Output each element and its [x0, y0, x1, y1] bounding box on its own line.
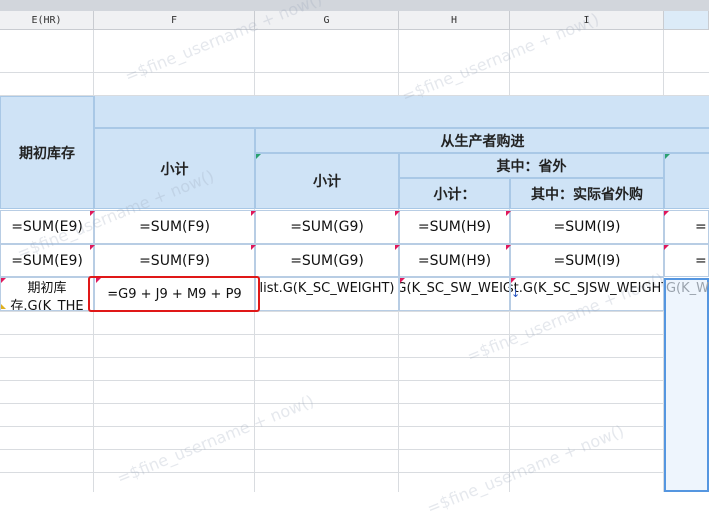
- cell-g11[interactable]: list.G(K_SC_WEIGHT): [255, 277, 399, 311]
- cell-flag-icon: [90, 245, 95, 250]
- cell-flag-icon: [251, 245, 256, 250]
- cell-flag-icon: [251, 211, 256, 216]
- toolbar-strip: [0, 0, 709, 11]
- cell-flag-icon: [1, 278, 6, 283]
- header-band-top: [94, 96, 709, 128]
- header-subtotal-h[interactable]: 小计：: [399, 178, 510, 209]
- grid-line: [0, 380, 709, 381]
- grid-line: [0, 472, 709, 473]
- cell-flag-icon: [664, 245, 669, 250]
- cell-flag-icon: [256, 154, 261, 159]
- cell-flag-icon: [1, 304, 6, 309]
- cell-f10[interactable]: =SUM(F9): [94, 244, 255, 277]
- cell-i9[interactable]: =SUM(I9): [510, 210, 664, 244]
- highlight-box: [88, 276, 260, 312]
- grid-line: [0, 357, 709, 358]
- grid-line: [0, 403, 709, 404]
- cell-flag-icon: [506, 245, 511, 250]
- header-actual-out-of-province[interactable]: 其中：实际省外购: [510, 178, 664, 209]
- cell-i10[interactable]: =SUM(I9): [510, 244, 664, 277]
- cell-j9[interactable]: =: [664, 210, 709, 244]
- header-out-of-province[interactable]: 其中：省外: [399, 153, 664, 178]
- header-purchase-from-producers[interactable]: 从生产者购进: [255, 128, 709, 153]
- cell-g9[interactable]: =SUM(G9): [255, 210, 399, 244]
- cell-h9[interactable]: =SUM(H9): [399, 210, 510, 244]
- cell-j10[interactable]: =: [664, 244, 709, 277]
- cell-flag-icon: [395, 245, 400, 250]
- header-subtotal-g[interactable]: 小计: [255, 153, 399, 209]
- cell-flag-icon: [395, 211, 400, 216]
- column-header-e[interactable]: E(HR): [0, 11, 94, 30]
- cell-e11[interactable]: 期初库存.G(K_THE: [0, 277, 94, 311]
- cell-h10[interactable]: =SUM(H9): [399, 244, 510, 277]
- cell-h11[interactable]: list.G(K_SC_SW_WEIGHT): [399, 277, 510, 311]
- cell-flag-icon: [511, 278, 516, 283]
- grid-line: [0, 334, 709, 335]
- cell-flag-icon: [665, 154, 670, 159]
- watermark: =$fine_username + now(): [114, 391, 317, 488]
- column-header-h[interactable]: H: [399, 11, 510, 30]
- column-header-j[interactable]: [664, 11, 709, 30]
- cell-flag-icon: [506, 211, 511, 216]
- down-arrow-icon: ↓: [511, 287, 521, 300]
- grid-line: [0, 449, 709, 450]
- cell-flag-icon: [664, 211, 669, 216]
- cell-g10[interactable]: =SUM(G9): [255, 244, 399, 277]
- watermark: =$fine_username + now(): [424, 421, 627, 518]
- header-opening-stock[interactable]: 期初库存: [0, 96, 94, 209]
- grid-line: [0, 72, 709, 73]
- cell-flag-icon: [400, 278, 405, 283]
- header-cell-j[interactable]: [664, 153, 709, 209]
- cell-j11[interactable]: list.G(K_W: [666, 278, 709, 311]
